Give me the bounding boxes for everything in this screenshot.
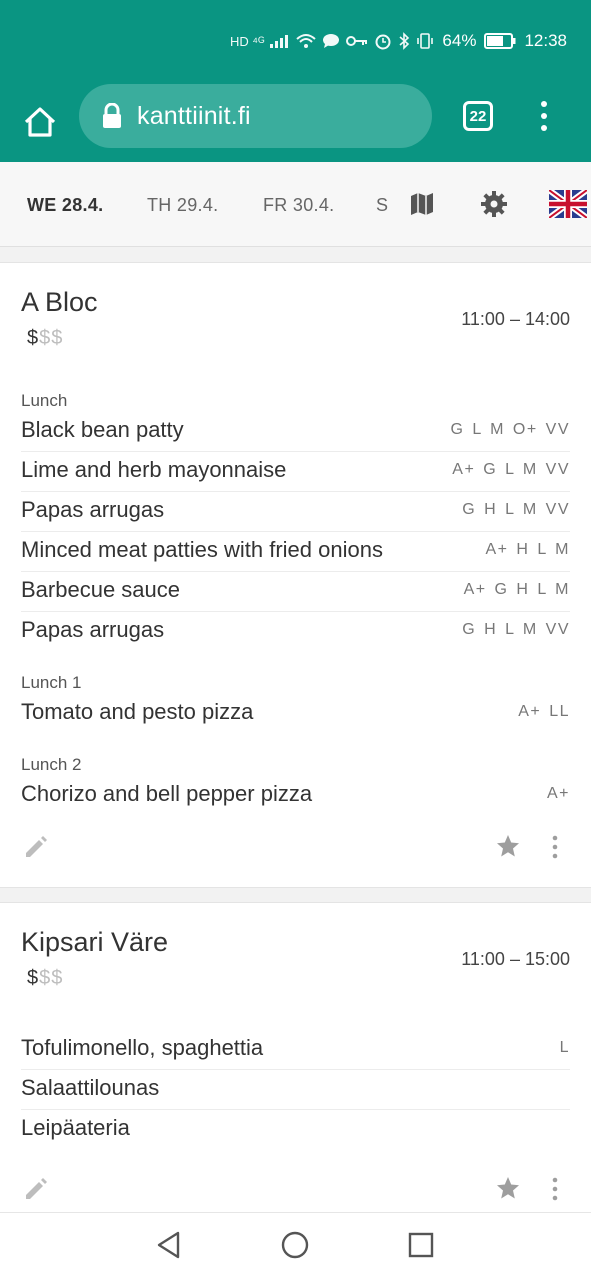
diet-tags: A+ H L M xyxy=(485,541,570,558)
uk-flag-icon[interactable] xyxy=(549,190,587,218)
clock: 12:38 xyxy=(524,31,567,50)
settings-icon[interactable] xyxy=(480,190,508,218)
price-on: $ xyxy=(27,327,40,349)
restaurant-name[interactable]: A Bloc xyxy=(21,287,98,318)
menu-item: Tomato and pesto pizza A+ LL xyxy=(21,693,570,733)
menu-item: Tofulimonello, spaghettia L xyxy=(21,1029,570,1070)
diet-tags: L xyxy=(559,1039,570,1056)
edit-pencil-icon[interactable] xyxy=(23,1176,49,1202)
menu-item: Leipäateria xyxy=(21,1109,570,1149)
diet-tags: A+ G H L M xyxy=(463,581,570,598)
diet-tags: G L M O+ VV xyxy=(450,421,570,438)
tab-switcher-button[interactable]: 22 xyxy=(463,101,493,131)
menu-section-label: Lunch 2 xyxy=(21,755,82,774)
more-dot xyxy=(541,113,547,119)
dish-name: Tomato and pesto pizza xyxy=(21,699,254,724)
day-tab-wednesday[interactable]: WE 28.4. xyxy=(27,195,103,216)
diet-tags: G H L M VV xyxy=(462,621,570,638)
edit-pencil-icon[interactable] xyxy=(23,834,49,860)
key-icon xyxy=(346,36,368,46)
status-bar: HD ⁴ᴳ 64% 12:38 xyxy=(0,0,591,84)
menu-item: Minced meat patties with fried onions A+ … xyxy=(21,531,570,572)
dish-name: Black bean patty xyxy=(21,417,184,442)
more-options-icon[interactable] xyxy=(542,1176,568,1202)
home-circle-icon[interactable] xyxy=(280,1230,310,1260)
more-options-icon[interactable] xyxy=(542,834,568,860)
diet-tags: G H L M VV xyxy=(462,501,570,518)
day-tab-friday[interactable]: FR 30.4. xyxy=(263,195,334,216)
diet-tags: A+ xyxy=(546,785,570,802)
price-level: $$$ xyxy=(27,967,63,990)
menu-item: Barbecue sauce A+ G H L M xyxy=(21,571,570,612)
menu-item: Chorizo and bell pepper pizza A+ xyxy=(21,775,570,815)
opening-hours: 11:00 – 14:00 xyxy=(461,309,570,329)
bluetooth-icon xyxy=(399,32,410,50)
diet-tags: A+ LL xyxy=(518,703,570,720)
dish-name: Leipäateria xyxy=(21,1115,130,1140)
browser-toolbar: kanttiinit.fi 22 xyxy=(0,84,591,162)
home-icon xyxy=(24,107,56,137)
restaurant-card: Kipsari Väre $$$ 11:00 – 15:00 Tofulimon… xyxy=(0,902,591,1234)
menu-item: Lime and herb mayonnaise A+ G L M VV xyxy=(21,451,570,492)
lock-icon xyxy=(103,103,121,128)
opening-hours: 11:00 – 15:00 xyxy=(461,949,570,969)
dish-name: Minced meat patties with fried onions xyxy=(21,537,383,562)
address-bar[interactable]: kanttiinit.fi xyxy=(79,84,432,148)
dish-name: Barbecue sauce xyxy=(21,577,180,602)
dish-name: Chorizo and bell pepper pizza xyxy=(21,781,313,806)
menu-section-label: Lunch 1 xyxy=(21,673,82,692)
system-navigation-bar xyxy=(0,1212,591,1281)
message-icon xyxy=(323,34,340,48)
dish-name: Lime and herb mayonnaise xyxy=(21,457,287,482)
price-on: $ xyxy=(27,967,40,989)
restaurant-name[interactable]: Kipsari Väre xyxy=(21,927,168,958)
menu-item: Papas arrugas G H L M VV xyxy=(21,611,570,651)
battery-percent: 64% xyxy=(442,31,477,50)
more-dot xyxy=(541,101,547,107)
day-tab-saturday[interactable]: S xyxy=(376,195,388,216)
wifi-icon xyxy=(296,34,317,48)
menu-item: Salaattilounas xyxy=(21,1069,570,1110)
url-text: kanttiinit.fi xyxy=(137,101,251,130)
recents-square-icon[interactable] xyxy=(406,1230,436,1260)
price-off: $$ xyxy=(39,327,64,349)
dish-name: Papas arrugas xyxy=(21,497,165,522)
home-button[interactable] xyxy=(18,100,62,144)
signal-icon xyxy=(270,35,289,48)
price-off: $$ xyxy=(39,967,64,989)
diet-tags: A+ G L M VV xyxy=(452,461,570,478)
dish-name: Salaattilounas xyxy=(21,1075,160,1100)
status-indicators-text: HD ⁴ᴳ xyxy=(229,33,265,49)
vibrate-icon xyxy=(417,33,434,49)
map-icon[interactable] xyxy=(408,190,436,218)
back-triangle-icon[interactable] xyxy=(154,1230,184,1260)
favorite-star-icon[interactable] xyxy=(495,833,521,859)
day-tab-thursday[interactable]: TH 29.4. xyxy=(147,195,218,216)
day-selector: WE 28.4. TH 29.4. FR 30.4. S xyxy=(0,162,591,247)
menu-item: Papas arrugas G H L M VV xyxy=(21,491,570,532)
favorite-star-icon[interactable] xyxy=(495,1175,521,1201)
network-icons: HD ⁴ᴳ xyxy=(230,32,434,50)
restaurant-card: A Bloc $$$ 11:00 – 14:00 Lunch Black bea… xyxy=(0,262,591,888)
battery-icon xyxy=(484,33,516,49)
alarm-icon xyxy=(375,34,391,50)
menu-item: Black bean patty G L M O+ VV xyxy=(21,411,570,452)
menu-section-label: Lunch xyxy=(21,391,68,410)
browser-menu-button[interactable] xyxy=(532,101,556,131)
price-level: $$$ xyxy=(27,327,63,350)
dish-name: Tofulimonello, spaghettia xyxy=(21,1035,264,1060)
more-dot xyxy=(541,125,547,131)
dish-name: Papas arrugas xyxy=(21,617,165,642)
